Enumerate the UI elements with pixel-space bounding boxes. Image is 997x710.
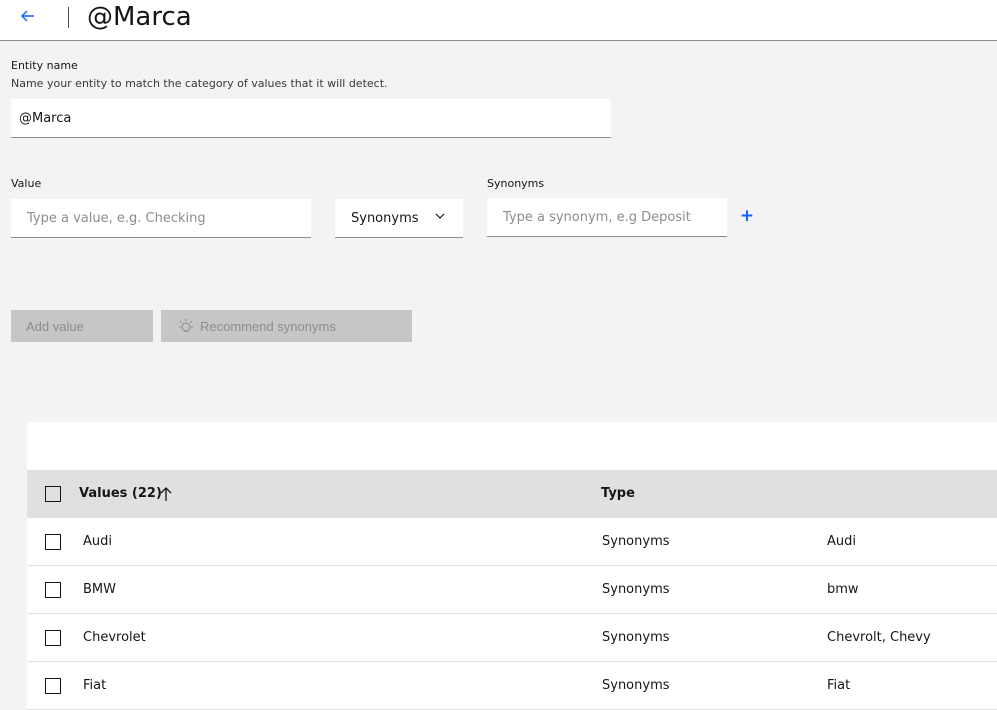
select-all-checkbox[interactable] — [45, 486, 61, 502]
header-divider — [68, 7, 69, 28]
value-label: Value — [11, 177, 42, 190]
row-type: Synonyms — [602, 678, 670, 693]
row-synonyms: Audi — [827, 534, 856, 549]
recommend-synonyms-label: Recommend synonyms — [200, 318, 336, 334]
top-bar: @Marca — [0, 0, 997, 41]
synonym-input[interactable] — [503, 209, 727, 225]
row-type: Synonyms — [602, 630, 670, 645]
entity-name-help: Name your entity to match the category o… — [11, 77, 388, 90]
type-dropdown-value: Synonyms — [351, 210, 419, 226]
add-value-button[interactable]: Add value — [11, 310, 153, 342]
arrow-left-icon[interactable] — [18, 6, 40, 26]
lightbulb-icon — [179, 319, 193, 333]
type-dropdown[interactable]: Synonyms — [335, 199, 463, 238]
add-synonym-icon[interactable]: + — [739, 205, 755, 227]
values-table: Values (22) Type Audi Synonyms Audi BMW … — [27, 422, 997, 710]
row-checkbox[interactable] — [45, 582, 61, 598]
entity-name-label: Entity name — [11, 59, 78, 72]
page-title: @Marca — [87, 2, 192, 32]
sort-arrow-up-icon[interactable] — [160, 486, 172, 502]
value-field[interactable] — [11, 199, 311, 238]
recommend-synonyms-button[interactable]: Recommend synonyms — [161, 310, 412, 342]
row-checkbox[interactable] — [45, 630, 61, 646]
table-row[interactable]: Fiat Synonyms Fiat — [27, 662, 997, 710]
entity-name-field[interactable] — [11, 99, 611, 138]
synonyms-label: Synonyms — [487, 177, 545, 190]
table-row[interactable]: Chevrolet Synonyms Chevrolt, Chevy — [27, 614, 997, 662]
row-value: BMW — [83, 582, 116, 597]
row-checkbox[interactable] — [45, 678, 61, 694]
row-synonyms: Chevrolt, Chevy — [827, 630, 931, 645]
column-header-type[interactable]: Type — [601, 486, 635, 501]
row-synonyms: Fiat — [827, 678, 851, 693]
table-row[interactable]: BMW Synonyms bmw — [27, 566, 997, 614]
synonyms-field[interactable] — [487, 198, 727, 237]
row-value: Fiat — [83, 678, 107, 693]
row-value: Audi — [83, 534, 112, 549]
row-type: Synonyms — [602, 582, 670, 597]
row-synonyms: bmw — [827, 582, 859, 597]
entity-name-input[interactable] — [19, 110, 611, 126]
table-header: Values (22) Type — [27, 470, 997, 518]
value-input[interactable] — [27, 210, 311, 226]
table-row[interactable]: Audi Synonyms Audi — [27, 518, 997, 566]
row-type: Synonyms — [602, 534, 670, 549]
row-value: Chevrolet — [83, 630, 146, 645]
column-header-values[interactable]: Values (22) — [79, 486, 162, 501]
row-checkbox[interactable] — [45, 534, 61, 550]
chevron-down-icon — [435, 213, 445, 219]
